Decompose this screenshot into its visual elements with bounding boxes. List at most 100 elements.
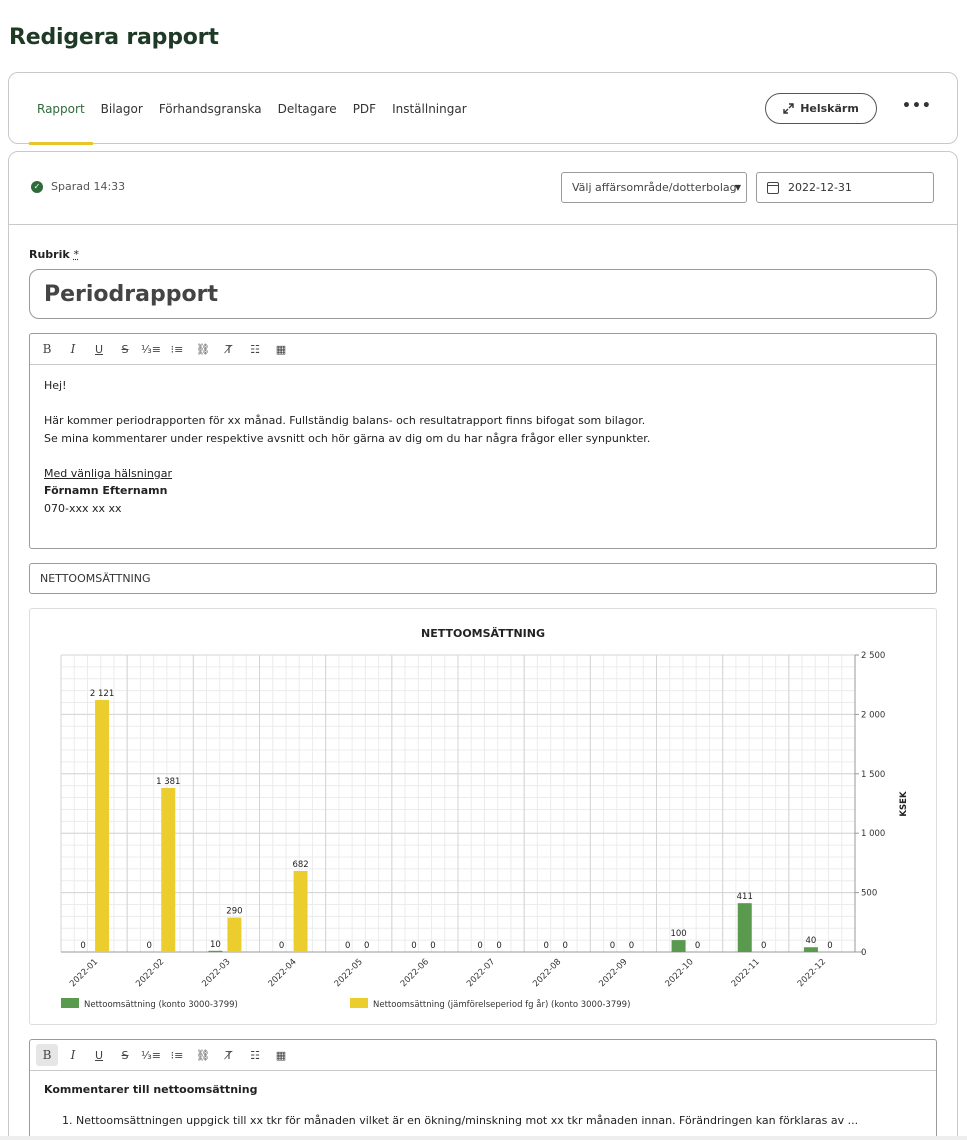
table-icon[interactable]: ▦ [270,338,292,360]
bar [293,870,308,952]
tab-rapport[interactable]: Rapport [29,73,93,145]
x-tick-label: 2022-09 [597,957,629,989]
body-line-1: Här kommer periodrapporten för xx månad.… [44,414,646,427]
section-title-input[interactable]: NETTOOMSÄTTNING [29,563,937,594]
data-label: 0 [544,941,549,951]
comments-list: Nettoomsättningen uppgick till xx tkr fö… [44,1112,922,1129]
date-field[interactable]: 2022-12-31 [756,172,934,203]
comments-editor[interactable]: B I U S ⅓≡ ⁝≡ ⛓ T̸ ☷ ▦ Kommentarer till … [29,1039,937,1140]
tab-bar: Rapport Bilagor Förhandsgranska Deltagar… [29,73,475,145]
strikethrough-icon[interactable]: S [114,1044,136,1066]
data-label: 0 [345,941,350,951]
underline-icon[interactable]: U [88,338,110,360]
clear-format-icon[interactable]: T̸ [218,338,240,360]
data-label: 682 [292,860,308,870]
x-tick-label: 2022-03 [200,957,232,989]
bar [227,917,242,952]
y-tick-label: 1 000 [861,829,885,839]
save-status: ✓ Sparad 14:33 [31,180,125,193]
data-label: 10 [210,940,221,950]
x-tick-label: 2022-05 [333,957,365,989]
intro-editor[interactable]: B I U S ⅓≡ ⁝≡ ⛓ T̸ ☷ ▦ Hej! Här kommer p… [29,333,937,549]
bar [737,903,752,952]
ordered-list-icon[interactable]: ⅓≡ [140,1044,162,1066]
x-tick-label: 2022-02 [134,957,166,989]
tab-deltagare[interactable]: Deltagare [270,73,345,145]
y-tick-label: 2 500 [861,651,885,661]
fullscreen-label: Helskärm [800,102,859,115]
link-icon[interactable]: ⛓ [192,338,214,360]
x-tick-label: 2022-04 [267,957,299,989]
underline-icon[interactable]: U [88,1044,110,1066]
comments-content[interactable]: Kommentarer till nettoomsättning Nettoom… [30,1071,936,1139]
more-options-button[interactable]: ••• [902,97,931,119]
data-label: 411 [737,892,753,902]
check-circle-icon: ✓ [31,180,43,193]
status-row: ✓ Sparad 14:33 Välj affärsområde/dotterb… [9,152,957,225]
data-label: 0 [827,941,832,951]
fullscreen-button[interactable]: Helskärm [765,93,877,124]
comments-toolbar: B I U S ⅓≡ ⁝≡ ⛓ T̸ ☷ ▦ [30,1040,936,1071]
bullet-list-icon[interactable]: ⁝≡ [166,1044,188,1066]
data-label: 100 [670,929,686,939]
report-card: ✓ Sparad 14:33 Välj affärsområde/dotterb… [8,151,958,1140]
tab-pdf[interactable]: PDF [345,73,384,145]
x-tick-label: 2022-01 [68,957,100,989]
title-label: Rubrik * [29,248,79,261]
bar [803,947,818,952]
editor-content[interactable]: Hej! Här kommer periodrapporten för xx m… [30,365,936,529]
data-label: 0 [430,941,435,951]
data-label: 0 [279,941,284,951]
date-value: 2022-12-31 [788,181,852,194]
link-icon[interactable]: ⛓ [192,1044,214,1066]
italic-icon[interactable]: I [62,338,84,360]
data-label: 0 [147,941,152,951]
legend-label: Nettoomsättning (konto 3000-3799) [84,1000,238,1010]
business-area-select[interactable]: Välj affärsområde/dotterbolag ▼ [561,172,747,203]
signature-phone: 070-xxx xx xx [44,501,122,515]
bullet-list-icon[interactable]: ⁝≡ [166,338,188,360]
caret-down-icon: ▼ [734,183,741,192]
data-label: 0 [364,941,369,951]
required-marker: * [73,248,80,261]
calendar-icon [767,181,779,194]
y-tick-label: 500 [861,889,877,899]
chart-title: NETTOOMSÄTTNING [421,626,545,640]
tab-installningar[interactable]: Inställningar [384,73,475,145]
columns-icon[interactable]: ☷ [244,338,266,360]
ordered-list-icon[interactable]: ⅓≡ [140,338,162,360]
y-tick-label: 1 500 [861,770,885,780]
data-label: 0 [477,941,482,951]
tab-forhandsgranska[interactable]: Förhandsgranska [151,73,270,145]
body-line-2: Se mina kommentarer under respektive avs… [44,431,651,445]
x-tick-label: 2022-10 [664,957,696,989]
expand-icon [783,103,794,114]
italic-icon[interactable]: I [62,1044,84,1066]
data-label: 0 [563,941,568,951]
x-tick-label: 2022-11 [730,957,762,989]
legend-swatch [61,998,79,1008]
report-title-input[interactable]: Periodrapport [29,269,937,319]
bar [671,940,686,952]
clear-format-icon[interactable]: T̸ [218,1044,240,1066]
closing-text: Med vänliga hälsningar [44,466,173,480]
table-icon[interactable]: ▦ [270,1044,292,1066]
columns-icon[interactable]: ☷ [244,1044,266,1066]
x-tick-label: 2022-07 [465,957,497,989]
page-title: Redigera rapport [9,25,219,50]
revenue-chart: NETTOOMSÄTTNING 0 500 1 000 1 500 2 000 2 500 K… [60,626,909,1010]
data-label: 1 381 [156,777,180,787]
tabs-card: Rapport Bilagor Förhandsgranska Deltagar… [8,72,958,145]
bold-icon[interactable]: B [36,1044,58,1066]
bar [95,700,110,952]
x-tick-label: 2022-12 [796,957,828,989]
tab-bilagor[interactable]: Bilagor [93,73,151,145]
bold-icon[interactable]: B [36,338,58,360]
legend-label: Nettoomsättning (jämförelseperiod fg år)… [373,999,630,1010]
bar [208,950,223,952]
data-label: 0 [695,941,700,951]
title-label-text: Rubrik [29,248,70,261]
strikethrough-icon[interactable]: S [114,338,136,360]
data-label: 0 [496,941,501,951]
x-tick-label: 2022-06 [399,957,431,989]
